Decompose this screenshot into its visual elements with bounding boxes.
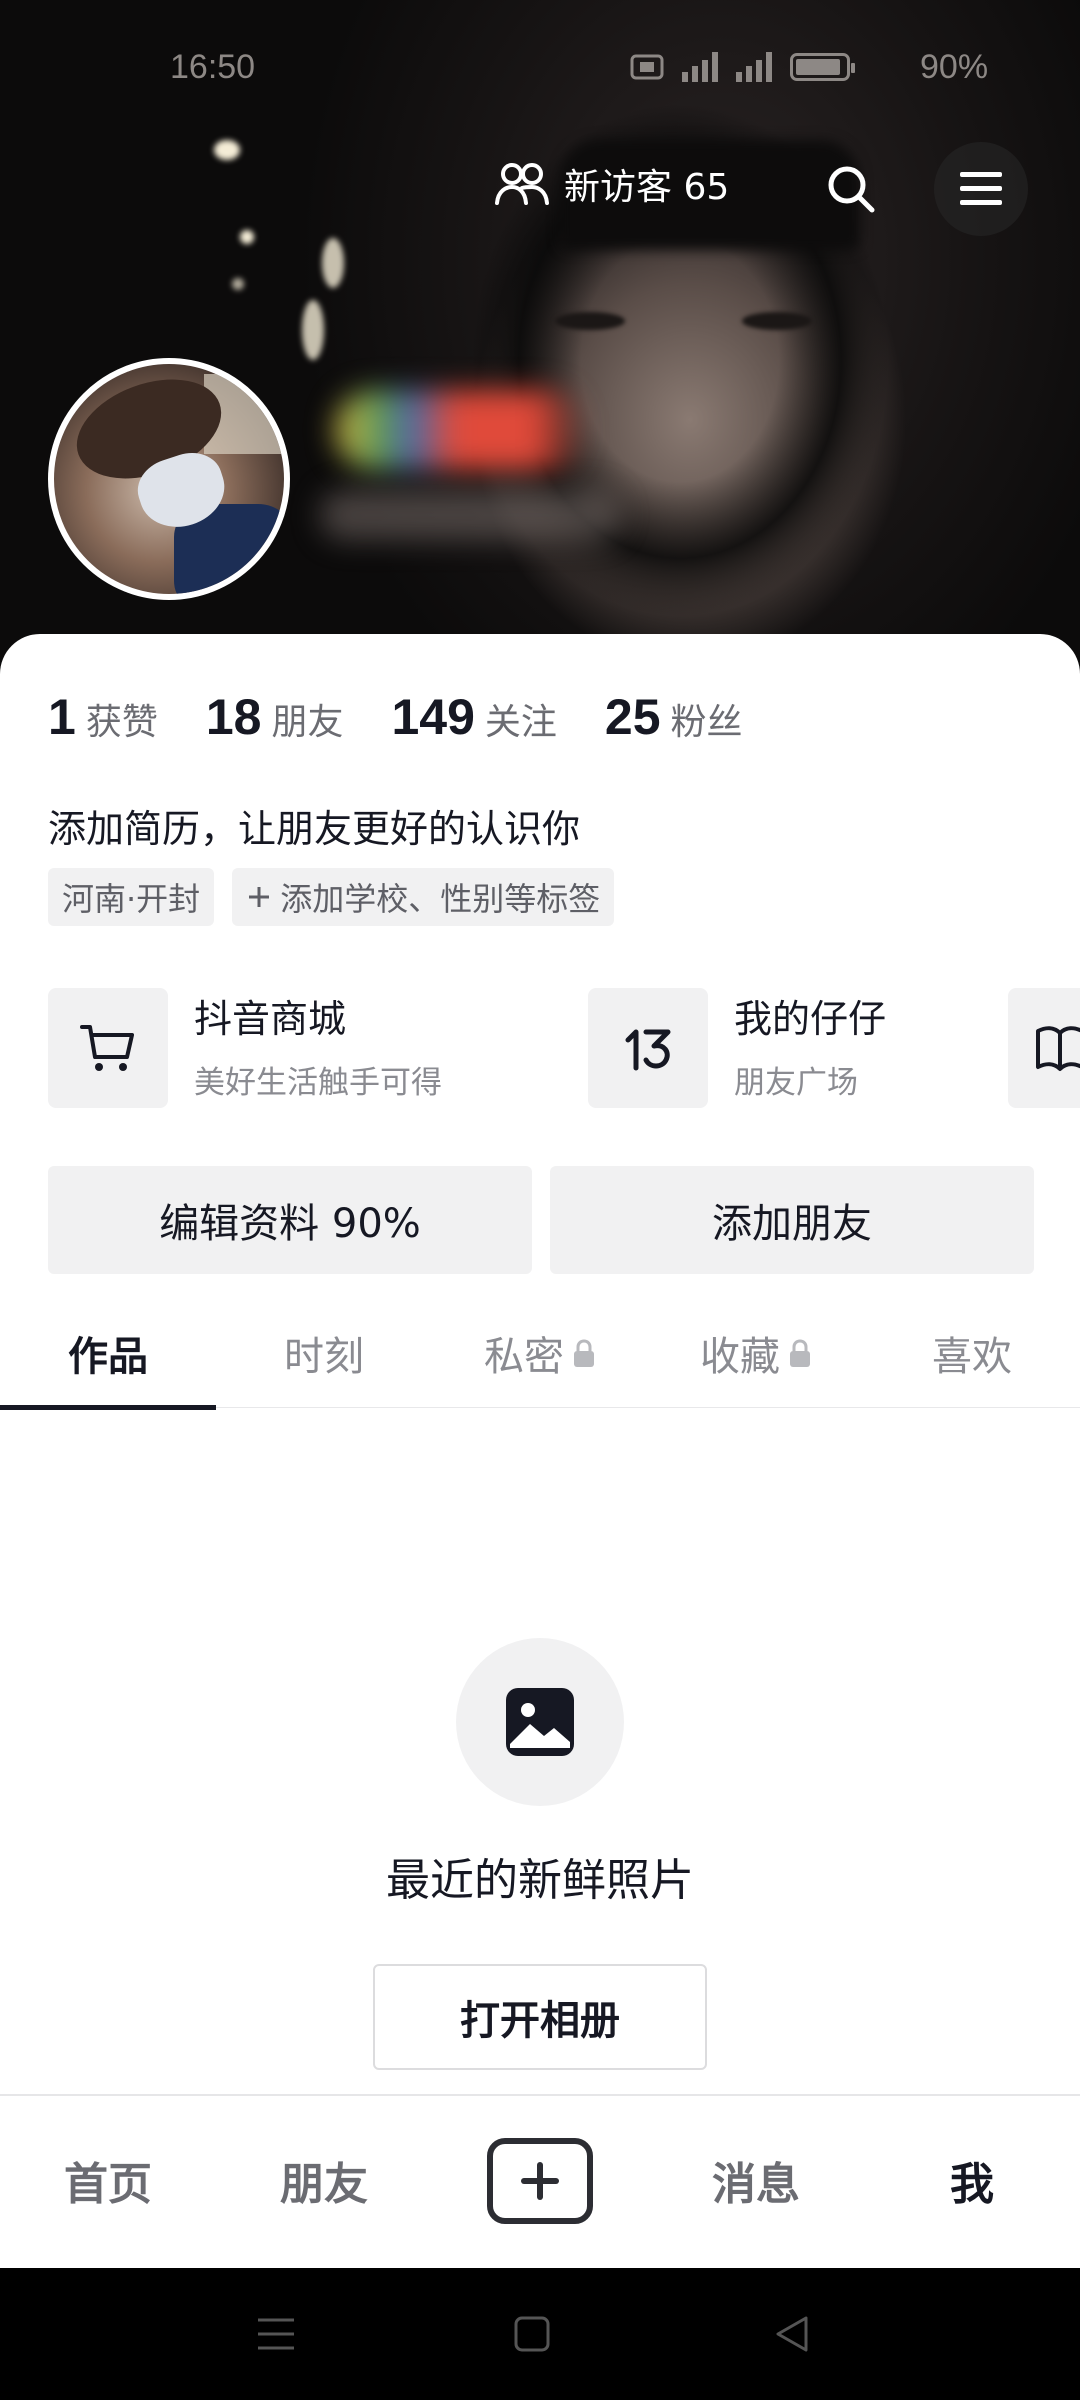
zaizai-icon — [625, 1029, 671, 1071]
visitors-icon — [495, 163, 549, 205]
profile-screen: 16:50 90% 新访客 65 1 获赞 18 朋友 149 关注 25 粉丝… — [0, 0, 1080, 2400]
add-tag-label: 添加学校、性别等标签 — [280, 880, 601, 918]
tab-moments-label: 时刻 — [284, 1334, 364, 1380]
hamburger-menu-icon — [960, 172, 1002, 205]
tab-likes[interactable]: 喜欢 — [864, 1298, 1080, 1408]
content-tabs: 作品 时刻 私密 收藏 喜欢 — [0, 1298, 1080, 1410]
blurred-username — [335, 390, 585, 470]
location-tag-label: 河南·开封 — [62, 880, 201, 918]
new-visitors-button[interactable]: 新访客 65 — [494, 158, 729, 210]
tab-private-label: 私密 — [484, 1334, 564, 1380]
avatar[interactable] — [48, 358, 290, 600]
edit-profile-button[interactable]: 编辑资料 90% — [48, 1166, 532, 1274]
create-post-button[interactable] — [487, 2138, 593, 2224]
bio-prompt[interactable]: 添加简历，让朋友更好的认识你 — [48, 798, 580, 853]
tab-favorites-label: 收藏 — [700, 1334, 780, 1380]
plus-icon — [521, 2162, 559, 2200]
stat-followers[interactable]: 25 粉丝 — [605, 688, 743, 746]
square-home-icon — [514, 2316, 550, 2352]
stat-friends-count: 18 — [205, 689, 262, 745]
location-tag[interactable]: 河南·开封 — [48, 868, 215, 926]
signal-icon — [682, 52, 718, 82]
tab-moments[interactable]: 时刻 — [216, 1298, 432, 1408]
back-button[interactable] — [762, 2308, 822, 2360]
cover-light — [302, 300, 324, 360]
stat-following-label: 关注 — [484, 702, 557, 743]
recent-apps-button[interactable] — [246, 2308, 306, 2360]
status-bar: 16:50 90% — [0, 44, 1080, 94]
services-row: 抖音商城 美好生活触手可得 我的仔仔 朋友广场 — [48, 988, 1080, 1110]
tab-likes-label: 喜欢 — [932, 1334, 1012, 1380]
service-douyin-mall-text: 抖音商城 美好生活触手可得 — [194, 995, 442, 1102]
nav-friends[interactable]: 朋友 — [216, 2148, 432, 2212]
add-friend-button[interactable]: 添加朋友 — [550, 1166, 1034, 1274]
add-tag-button[interactable]: 添加学校、性别等标签 — [232, 868, 615, 926]
stat-friends-label: 朋友 — [271, 702, 344, 743]
service-title: 抖音商城 — [194, 996, 347, 1041]
cover-light — [214, 140, 240, 160]
nav-home[interactable]: 首页 — [0, 2148, 216, 2212]
cover-light — [322, 238, 344, 288]
blurred-user-id — [320, 490, 620, 540]
home-button[interactable] — [502, 2308, 562, 2360]
battery-percent: 90% — [920, 48, 989, 86]
tab-works[interactable]: 作品 — [0, 1298, 216, 1410]
empty-state-icon-circle — [456, 1638, 624, 1806]
status-icons — [612, 52, 855, 82]
search-icon — [828, 166, 875, 213]
cart-icon-box — [48, 988, 168, 1108]
back-triangle-icon — [776, 2316, 808, 2352]
stat-likes-count: 1 — [48, 689, 76, 745]
service-my-zaizai[interactable]: 我的仔仔 朋友广场 — [588, 988, 886, 1108]
cover-photo-eye-right — [742, 312, 812, 330]
cover-light — [232, 278, 244, 290]
tab-private[interactable]: 私密 — [432, 1298, 648, 1408]
stat-followers-count: 25 — [604, 689, 661, 745]
zaizai-icon-box — [588, 988, 708, 1108]
stat-likes[interactable]: 1 获赞 — [48, 688, 158, 746]
profile-actions: 编辑资料 90% 添加朋友 — [48, 1166, 1034, 1274]
service-subtitle: 朋友广场 — [734, 1064, 858, 1101]
stat-likes-label: 获赞 — [85, 702, 158, 743]
menu-lines-icon — [258, 2318, 294, 2350]
signal-icon-2 — [736, 52, 772, 82]
service-subtitle: 美好生活触手可得 — [194, 1064, 442, 1101]
new-visitors-label: 新访客 65 — [564, 167, 730, 208]
search-button[interactable] — [804, 142, 898, 236]
menu-button[interactable] — [934, 142, 1028, 236]
book-icon-box — [1008, 988, 1080, 1108]
open-album-button[interactable]: 打开相册 — [373, 1964, 707, 2070]
tab-works-label: 作品 — [68, 1334, 148, 1380]
nav-messages[interactable]: 消息 — [648, 2148, 864, 2212]
service-more[interactable] — [1008, 988, 1080, 1108]
stat-following[interactable]: 149 关注 — [391, 688, 556, 746]
service-title: 我的仔仔 — [734, 996, 887, 1041]
image-icon — [506, 1688, 574, 1756]
bottom-nav: 首页 朋友 消息 我 — [0, 2094, 1080, 2268]
plus-icon — [249, 887, 270, 907]
service-douyin-mall[interactable]: 抖音商城 美好生活触手可得 — [48, 988, 442, 1108]
cover-light — [240, 230, 254, 244]
status-time: 16:50 — [170, 48, 256, 86]
nfc-icon — [630, 54, 664, 80]
system-navigation-bar — [0, 2268, 1080, 2400]
empty-state-title: 最近的新鲜照片 — [386, 1855, 694, 1906]
profile-content-card: 1 获赞 18 朋友 149 关注 25 粉丝 添加简历，让朋友更好的认识你 河… — [0, 634, 1080, 2094]
nav-me[interactable]: 我 — [864, 2148, 1080, 2212]
stat-friends[interactable]: 18 朋友 — [206, 688, 344, 746]
lock-icon — [574, 1339, 594, 1367]
cover-photo-eye-left — [555, 312, 625, 330]
battery-icon — [790, 53, 855, 81]
book-icon — [1036, 1026, 1080, 1071]
service-my-zaizai-text: 我的仔仔 朋友广场 — [734, 995, 886, 1102]
tab-favorites[interactable]: 收藏 — [648, 1298, 864, 1408]
lock-icon — [790, 1339, 810, 1367]
stat-followers-label: 粉丝 — [670, 702, 743, 743]
profile-tags: 河南·开封 添加学校、性别等标签 — [48, 868, 615, 926]
cart-icon — [80, 1025, 134, 1071]
profile-stats: 1 获赞 18 朋友 149 关注 25 粉丝 — [48, 688, 791, 746]
stat-following-count: 149 — [391, 689, 475, 745]
